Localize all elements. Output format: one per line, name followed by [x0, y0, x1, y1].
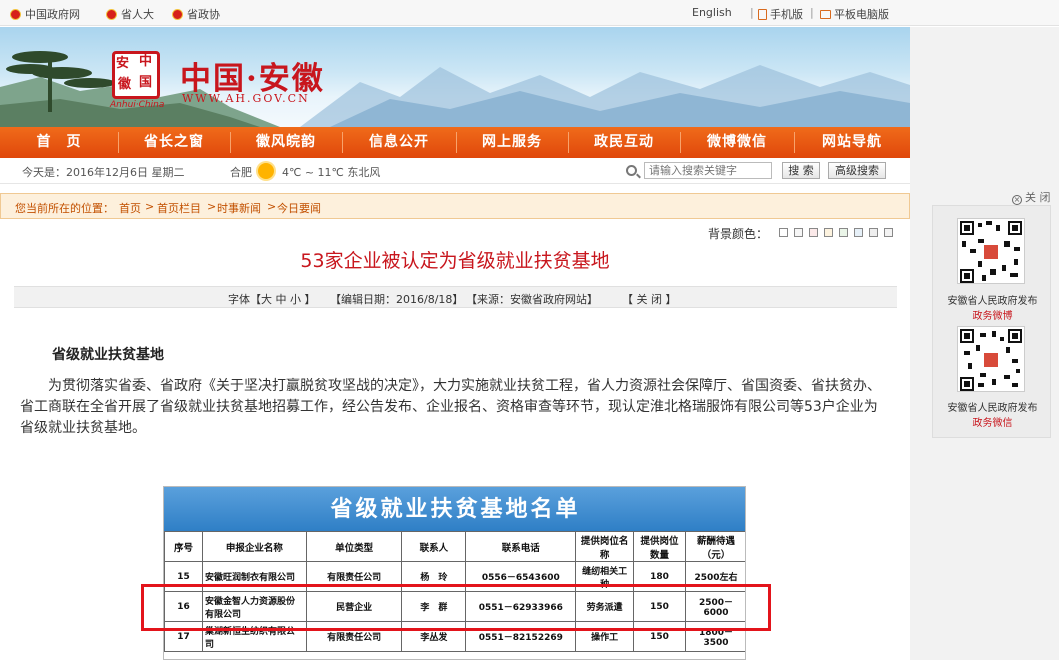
- site-url: WWW.AH.GOV.CN: [182, 92, 310, 105]
- npc-link[interactable]: 省人大: [106, 6, 154, 22]
- seal-char: 国: [139, 75, 153, 90]
- table-header-row: 序号 申报企业名称 单位类型 联系人 联系电话 提供岗位名称 提供岗位数量 薪酬…: [164, 531, 745, 562]
- mobile-link[interactable]: 手机版: [758, 6, 803, 22]
- weather-city: 合肥: [230, 166, 252, 179]
- national-emblem-icon: [10, 9, 21, 20]
- seal-char: 安: [116, 56, 130, 71]
- top-utility-bar: 中国政府网 省人大 省政协 English | 手机版 | 平板电脑版: [0, 0, 1059, 26]
- today-date: 今天是：2016年12月6日 星期二: [22, 166, 185, 179]
- nav-sitemap[interactable]: 网站导航: [794, 127, 910, 158]
- breadcrumb-prefix: 您当前所在的位置：: [15, 202, 114, 215]
- wechat-caption: 安徽省人民政府发布: [947, 403, 1038, 414]
- article-paragraph: 为贯彻落实省委、省政府《关于坚决打赢脱贫攻坚战的决定》，大力实施就业扶贫工程，省…: [20, 378, 881, 436]
- bg-color-swatch[interactable]: [854, 228, 863, 237]
- nav-online-service[interactable]: 网上服务: [456, 127, 568, 158]
- sunny-icon: [258, 163, 274, 179]
- nav-weibo-wechat[interactable]: 微博微信: [680, 127, 794, 158]
- cppcc-link[interactable]: 省政协: [172, 6, 220, 22]
- bg-color-swatch[interactable]: [809, 228, 818, 237]
- breadcrumb-item-today[interactable]: 今日要闻: [277, 200, 321, 216]
- tablet-link[interactable]: 平板电脑版: [820, 6, 889, 22]
- nav-info-disclosure[interactable]: 信息公开: [342, 127, 456, 158]
- qr-code-icon: [960, 221, 1022, 283]
- site-banner: 安 中 徽 国 Anhui·China 中国·安徽 WWW.AH.GOV.CN: [0, 27, 910, 127]
- breadcrumb-sep: >: [145, 200, 155, 213]
- separator: |: [750, 6, 754, 19]
- article-subhead: 省级就业扶贫基地: [52, 347, 164, 363]
- qr-panel: 安徽省人民政府发布 政务微博 安徽省人民政府发布 政务微信: [932, 205, 1051, 438]
- article-source: 【来源：安徽省政府网站】: [466, 293, 598, 306]
- breadcrumb-item-home[interactable]: 首页: [119, 200, 141, 216]
- bg-color-swatch[interactable]: [824, 228, 833, 237]
- banner-tagline: Anhui·China: [110, 100, 165, 110]
- sidebar-close-button[interactable]: × 关 闭: [1012, 189, 1051, 205]
- bg-color-swatch[interactable]: [839, 228, 848, 237]
- info-bar: 今天是：2016年12月6日 星期二 合肥 4℃ ~ 11℃ 东北风 搜 索 高…: [0, 158, 910, 184]
- wechat-qr-code[interactable]: [957, 326, 1025, 392]
- search-input[interactable]: [644, 162, 772, 179]
- qr-code-icon: [960, 329, 1022, 391]
- gov-link[interactable]: 中国政府网: [10, 6, 80, 22]
- nav-home[interactable]: 首 页: [0, 127, 118, 158]
- national-emblem-icon: [106, 9, 117, 20]
- english-link[interactable]: English: [692, 6, 732, 19]
- separator: |: [810, 6, 814, 19]
- table-header: 提供岗位数量: [633, 531, 687, 562]
- bg-color-swatch[interactable]: [779, 228, 788, 237]
- close-icon: ×: [1012, 195, 1022, 205]
- main-nav: 首 页 省长之窗 徽风皖韵 信息公开 网上服务 政民互动 微博微信 网站导航: [0, 127, 910, 158]
- nav-governor[interactable]: 省长之窗: [118, 127, 230, 158]
- bg-color-swatch[interactable]: [794, 228, 803, 237]
- seal-char: 徽: [118, 77, 132, 92]
- table-header: 单位类型: [305, 531, 403, 562]
- article-title: 53家企业被认定为省级就业扶贫基地: [300, 250, 610, 272]
- highlight-box: [141, 584, 771, 631]
- table-header: 提供岗位名称: [575, 531, 635, 562]
- site-logo-seal[interactable]: 安 中 徽 国: [112, 51, 160, 99]
- breadcrumb-sep: >: [267, 200, 277, 213]
- breadcrumb-sep: >: [207, 200, 217, 213]
- bg-color-swatch[interactable]: [869, 228, 878, 237]
- close-article-button[interactable]: 【 关 闭 】: [622, 291, 677, 307]
- weibo-caption: 安徽省人民政府发布: [947, 296, 1038, 307]
- wechat-subcaption[interactable]: 政务微信: [933, 414, 1052, 429]
- breadcrumb-item-news[interactable]: 时事新闻: [217, 200, 261, 216]
- nav-culture[interactable]: 徽风皖韵: [230, 127, 342, 158]
- seal-char: 中: [139, 54, 153, 69]
- bg-color-swatch[interactable]: [884, 228, 893, 237]
- advanced-search-button[interactable]: 高级搜索: [828, 162, 886, 179]
- breadcrumb: 您当前所在的位置： 首页 > 首页栏目 > 时事新闻 > 今日要闻: [0, 193, 910, 219]
- table-header: 联系电话: [465, 531, 577, 562]
- table-header: 联系人: [401, 531, 467, 562]
- article-meta-bar: 字体【大 中 小 】 【编辑日期：2016/8/18】 【来源：安徽省政府网站】…: [14, 286, 897, 308]
- base-list-image: 省级就业扶贫基地名单 序号 申报企业名称 单位类型 联系人 联系电话 提供岗位名…: [163, 486, 746, 660]
- table-header: 序号: [164, 531, 203, 562]
- edit-date: 【编辑日期：2016/8/18】: [330, 293, 464, 306]
- weibo-qr-code[interactable]: [957, 218, 1025, 284]
- breadcrumb-item-columns[interactable]: 首页栏目: [157, 200, 201, 216]
- table-header: 申报企业名称: [201, 531, 307, 562]
- national-emblem-icon: [172, 9, 183, 20]
- table-image-title: 省级就业扶贫基地名单: [164, 487, 745, 531]
- bg-color-label: 背景颜色：: [708, 227, 769, 241]
- mobile-icon: [758, 9, 767, 20]
- tablet-icon: [820, 10, 831, 19]
- font-size-switch[interactable]: 字体【大 中 小 】: [228, 291, 316, 307]
- nav-interaction[interactable]: 政民互动: [568, 127, 680, 158]
- weather-text: 4℃ ~ 11℃ 东北风: [282, 166, 381, 179]
- search-icon: [626, 165, 637, 176]
- table-header: 薪酬待遇（元）: [685, 531, 745, 562]
- search-button[interactable]: 搜 索: [782, 162, 820, 179]
- weibo-subcaption[interactable]: 政务微博: [933, 307, 1052, 322]
